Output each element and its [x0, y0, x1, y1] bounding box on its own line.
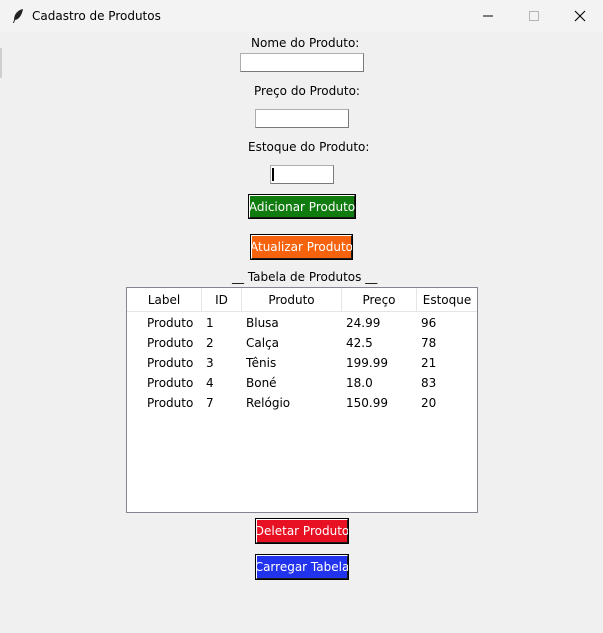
cell-preco: 150.99	[346, 396, 388, 410]
nome-label: Nome do Produto:	[251, 36, 360, 50]
produtos-table[interactable]: Label ID Produto Preço Estoque Produto 1…	[126, 287, 478, 513]
cell-estoque: 20	[421, 396, 437, 410]
table-row[interactable]: Produto 4 Boné 18.0 83	[127, 373, 477, 393]
preco-input[interactable]	[255, 109, 349, 128]
cell-preco: 42.5	[346, 336, 373, 350]
cell-label: Produto	[147, 316, 194, 330]
cell-estoque: 96	[421, 316, 437, 330]
table-title: __ Tabela de Produtos __	[232, 270, 378, 284]
table-row[interactable]: Produto 3 Tênis 199.99 21	[127, 353, 477, 373]
column-header-produto[interactable]: Produto	[242, 288, 342, 312]
estoque-input[interactable]	[270, 165, 334, 184]
maximize-icon	[529, 11, 539, 21]
cell-preco: 24.99	[346, 316, 381, 330]
minimize-icon	[483, 15, 493, 17]
table-row[interactable]: Produto 1 Blusa 24.99 96	[127, 313, 477, 333]
adicionar-produto-button[interactable]: Adicionar Produto	[248, 194, 356, 219]
column-header-id[interactable]: ID	[202, 288, 242, 312]
cell-produto: Tênis	[246, 356, 277, 370]
table-row[interactable]: Produto 7 Relógio 150.99 20	[127, 393, 477, 413]
cell-id: 4	[206, 376, 214, 390]
cell-estoque: 83	[421, 376, 437, 390]
cell-produto: Boné	[246, 376, 277, 390]
table-row[interactable]: Produto 2 Calça 42.5 78	[127, 333, 477, 353]
cell-label: Produto	[147, 376, 194, 390]
column-header-label[interactable]: Label	[127, 288, 202, 312]
cell-id: 2	[206, 336, 214, 350]
atualizar-produto-button[interactable]: Atualizar Produto	[250, 234, 353, 260]
cell-preco: 18.0	[346, 376, 373, 390]
cell-estoque: 78	[421, 336, 437, 350]
cell-produto: Calça	[246, 336, 280, 350]
feather-icon	[13, 9, 23, 23]
carregar-tabela-button[interactable]: Carregar Tabela	[255, 554, 349, 580]
cell-label: Produto	[147, 396, 194, 410]
cell-id: 1	[206, 316, 214, 330]
deletar-produto-button[interactable]: Deletar Produto	[255, 518, 349, 544]
cell-estoque: 21	[421, 356, 437, 370]
cell-produto: Blusa	[246, 316, 279, 330]
cell-id: 7	[206, 396, 214, 410]
cell-produto: Relógio	[246, 396, 291, 410]
window-edge-artifact	[0, 48, 2, 78]
close-icon	[574, 10, 586, 22]
preco-label: Preço do Produto:	[254, 84, 360, 98]
estoque-label: Estoque do Produto:	[248, 140, 370, 154]
window-title: Cadastro de Produtos	[32, 9, 161, 23]
cell-id: 3	[206, 356, 214, 370]
maximize-button[interactable]	[511, 0, 557, 32]
table-header: Label ID Produto Preço Estoque	[127, 288, 477, 312]
cell-label: Produto	[147, 336, 194, 350]
column-header-estoque[interactable]: Estoque	[417, 288, 477, 312]
title-bar: Cadastro de Produtos	[0, 0, 603, 32]
cell-label: Produto	[147, 356, 194, 370]
nome-input[interactable]	[240, 53, 364, 72]
column-header-preco[interactable]: Preço	[342, 288, 417, 312]
text-cursor	[272, 168, 274, 181]
minimize-button[interactable]	[465, 0, 511, 32]
close-button[interactable]	[557, 0, 603, 32]
cell-preco: 199.99	[346, 356, 388, 370]
